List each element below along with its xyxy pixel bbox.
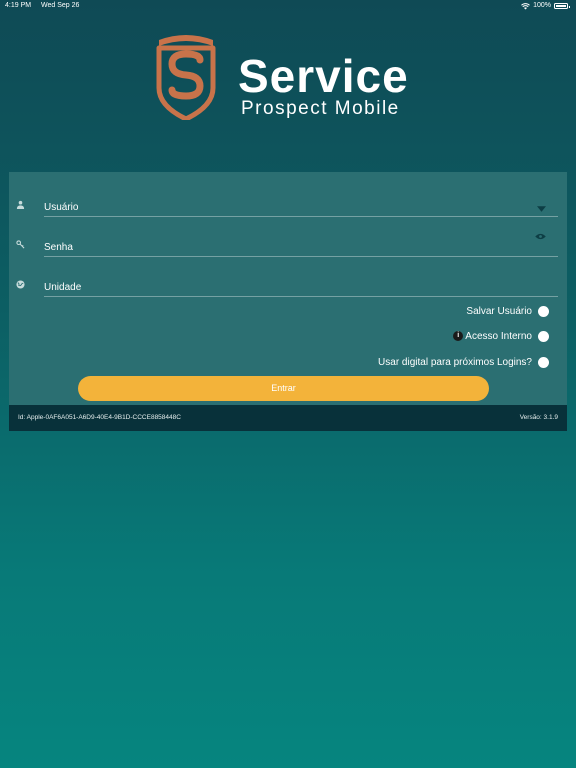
version-label: Versão: 3.1.9 xyxy=(519,414,558,421)
username-field[interactable]: Usuário xyxy=(16,186,558,217)
salvar-usuario-label: Salvar Usuário xyxy=(466,305,532,317)
acesso-interno-radio[interactable] xyxy=(538,330,549,342)
status-time: 4:19 PM xyxy=(5,2,32,9)
salvar-usuario-radio[interactable] xyxy=(538,305,549,317)
key-icon xyxy=(16,240,26,250)
info-icon[interactable]: i xyxy=(453,331,464,341)
acesso-interno-label: Acesso Interno xyxy=(465,330,532,342)
device-id: Id: Apple-0AF6A051-A6D9-40E4-9B1D-CCCE88… xyxy=(18,414,181,421)
salvar-usuario-option[interactable]: Salvar Usuário xyxy=(466,304,549,318)
footer-bar: Id: Apple-0AF6A051-A6D9-40E4-9B1D-CCCE88… xyxy=(9,405,567,431)
eye-icon[interactable] xyxy=(535,232,546,242)
battery-percent: 100% xyxy=(533,2,551,9)
status-bar: 4:19 PM Wed Sep 26 100% xyxy=(0,0,576,12)
brand-subtitle: Prospect Mobile xyxy=(241,98,400,119)
globe-icon xyxy=(16,280,26,290)
password-label: Senha xyxy=(44,242,73,253)
status-date: Wed Sep 26 xyxy=(41,2,80,9)
chevron-down-icon[interactable] xyxy=(537,204,546,214)
entrar-button[interactable]: Entrar xyxy=(78,376,489,401)
unidade-label: Unidade xyxy=(44,282,82,293)
login-form: Usuário Senha Unidade Salvar Usuário i A… xyxy=(9,172,567,405)
usar-digital-radio[interactable] xyxy=(538,356,549,368)
shield-logo xyxy=(156,35,216,120)
acesso-interno-option[interactable]: i Acesso Interno xyxy=(453,329,549,343)
usar-digital-option[interactable]: Usar digital para próximos Logins? xyxy=(378,355,549,369)
battery-icon xyxy=(554,3,570,9)
username-label: Usuário xyxy=(44,202,79,213)
usar-digital-label: Usar digital para próximos Logins? xyxy=(378,356,532,368)
brand-title: Service xyxy=(238,50,409,102)
unidade-field[interactable]: Unidade xyxy=(16,266,558,297)
user-icon xyxy=(16,200,26,210)
wifi-icon xyxy=(521,2,530,9)
password-field[interactable]: Senha xyxy=(16,226,558,257)
